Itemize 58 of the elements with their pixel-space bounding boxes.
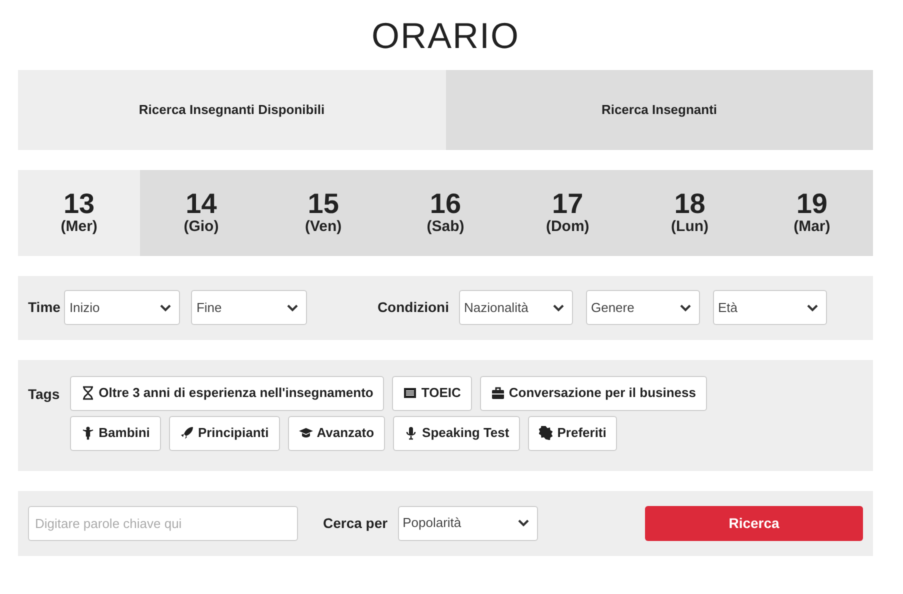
day-tab[interactable]: 15 (Ven) [262, 170, 384, 256]
dropdown[interactable]: Nazionalità [458, 290, 573, 326]
chevron-icon [518, 519, 529, 528]
dropdown[interactable]: Età [712, 290, 827, 326]
day-number: 17 [552, 190, 584, 218]
chevron-icon [552, 304, 564, 312]
weekday-label: (Lun) [671, 218, 709, 236]
day-tab[interactable]: 19 (Mar) [750, 170, 873, 256]
weekday-label: (Mer) [60, 218, 98, 236]
dropdown[interactable]: Popolarità [398, 506, 538, 541]
day-tab[interactable]: 16 (Sab) [384, 170, 507, 256]
dropdown[interactable]: Genere [586, 290, 700, 326]
tag-button[interactable]: Avanzato [288, 416, 386, 451]
tag-button[interactable]: Bambini [70, 416, 161, 451]
weekday-label: (Gio) [184, 218, 219, 236]
hourglass-icon [80, 386, 95, 400]
search-tab[interactable]: Ricerca Insegnanti Disponibili [18, 70, 446, 150]
badge-icon [539, 426, 554, 440]
tags-label: Tags [28, 384, 60, 404]
weekday-label: (Mar) [794, 218, 830, 236]
sort-label: Cerca per [323, 514, 388, 533]
day-number: 18 [674, 190, 706, 218]
child-icon [80, 426, 95, 440]
chevron-icon [287, 304, 298, 312]
tag-button[interactable]: TOEIC [392, 376, 472, 411]
dropdown[interactable]: Inizio [64, 290, 180, 326]
tag-button[interactable]: Conversazione per il business [480, 376, 707, 411]
chevron-icon [680, 304, 691, 312]
tag-button[interactable]: Preferiti [528, 416, 618, 451]
day-number: 16 [430, 190, 462, 218]
day-number: 15 [308, 190, 339, 218]
tag-button[interactable]: Speaking Test [393, 416, 520, 451]
day-tab[interactable]: 17 (Dom) [506, 170, 629, 256]
filter-label: Condizioni [377, 298, 449, 318]
day-number: 14 [186, 190, 217, 218]
filter-label: Time [28, 298, 60, 318]
chevron-icon [160, 304, 172, 312]
tag-button[interactable]: Oltre 3 anni di esperienza nell'insegnamento [70, 376, 384, 411]
tag-button[interactable]: Principianti [168, 416, 280, 451]
page-title: ORARIO [370, 16, 520, 56]
chevron-icon [806, 304, 818, 312]
dropdown[interactable]: Fine [191, 290, 308, 326]
keyword-field[interactable]: Digitare parole chiave qui [28, 506, 298, 541]
day-tab[interactable]: 14 (Gio) [140, 170, 262, 256]
day-tab[interactable]: 18 (Lun) [628, 170, 751, 256]
weekday-label: (Ven) [305, 218, 342, 236]
day-number: 19 [796, 190, 828, 218]
day-tab[interactable]: 13 (Mer) [18, 170, 140, 256]
rocket-icon [180, 426, 194, 440]
briefcase-icon [490, 386, 505, 400]
search-tab[interactable]: Ricerca Insegnanti [446, 70, 873, 150]
graduation-cap-icon [298, 426, 313, 440]
day-number: 13 [63, 190, 95, 218]
microphone-icon [404, 426, 418, 440]
search-button[interactable]: Ricerca [645, 506, 863, 541]
weekday-label: (Sab) [426, 218, 464, 236]
list-icon [403, 386, 418, 400]
weekday-label: (Dom) [546, 218, 590, 236]
